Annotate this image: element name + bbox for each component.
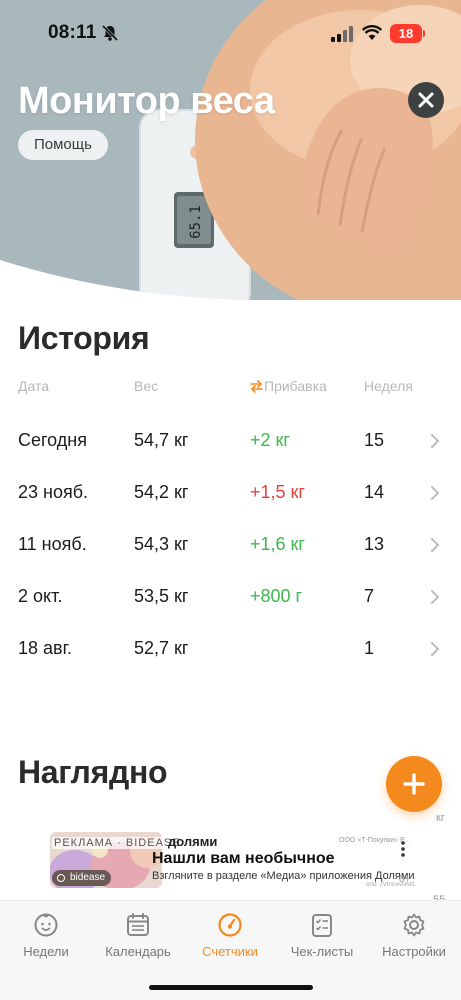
wifi-icon (362, 25, 382, 40)
bidease-badge: bidease (52, 870, 112, 886)
help-button[interactable]: Помощь (18, 130, 108, 160)
tab-counters[interactable]: Счетчики (184, 901, 276, 971)
history-row[interactable]: Сегодня 54,7 кг +2 кг 15 (0, 428, 461, 480)
history-row[interactable]: 23 нояб. 54,2 кг +1,5 кг 14 (0, 480, 461, 532)
home-indicator (149, 985, 313, 990)
visual-title: Наглядно (18, 754, 168, 790)
row-gain: +1,5 кг (250, 482, 305, 502)
row-gain: +800 г (250, 586, 303, 606)
row-date: 11 нояб. (18, 534, 87, 554)
row-week: 1 (364, 638, 375, 658)
baby-face-icon (34, 913, 58, 937)
row-week: 7 (364, 586, 375, 606)
bidease-brand: bidease (70, 872, 106, 883)
status-time: 08:11 (48, 22, 97, 43)
history-row[interactable]: 11 нояб. 54,3 кг +1,6 кг 13 (0, 532, 461, 584)
history-title: История (18, 320, 150, 356)
ad-headline: Нашли вам необычное (152, 850, 335, 867)
tab-label: Настройки (382, 944, 446, 959)
row-date: 2 окт. (18, 586, 63, 606)
chevron-right-icon (431, 642, 440, 656)
column-header-date: Дата (18, 378, 50, 394)
scale-display: 65.1 (188, 205, 204, 239)
battery-indicator: 18 (390, 24, 422, 43)
row-weight: 54,2 кг (134, 482, 189, 502)
ad-brand-word: долями (168, 834, 218, 849)
add-weight-button[interactable] (386, 756, 442, 812)
tab-label: Счетчики (202, 944, 258, 959)
tab-label: Недели (23, 944, 69, 959)
battery-tip (423, 30, 425, 37)
chevron-right-icon (431, 434, 440, 448)
row-date: 23 нояб. (18, 482, 89, 502)
chevron-right-icon (431, 590, 440, 604)
ad-label: РЕКЛАМА · BIDEASE (52, 837, 183, 849)
ad-erid: erid: 2VfnxwvI4WL (366, 882, 417, 888)
column-header-week: Неделя (364, 378, 413, 394)
row-gain: +1,6 кг (250, 534, 305, 554)
close-icon (418, 92, 434, 108)
page-title: Монитор веса (18, 80, 275, 122)
tab-label: Календарь (105, 944, 171, 959)
row-weight: 54,3 кг (134, 534, 189, 554)
row-week: 14 (364, 482, 385, 502)
ad-banner[interactable]: РЕКЛАМА · BIDEASE bidease долями Нашли в… (0, 832, 432, 890)
row-weight: 52,7 кг (134, 638, 189, 658)
chevron-right-icon (431, 538, 440, 552)
more-vertical-icon[interactable] (400, 840, 406, 858)
history-row[interactable]: 18 авг. 52,7 кг 1 (0, 636, 461, 688)
ad-legal-text: ООО «Т-Покупки» Р... (339, 837, 410, 844)
row-weight: 54,7 кг (134, 430, 189, 450)
checklist-icon (312, 914, 332, 937)
cellular-signal-icon (331, 26, 353, 42)
gauge-icon (218, 913, 242, 937)
status-bar: 08:11 18 (0, 0, 461, 60)
tab-calendar[interactable]: Календарь (92, 901, 184, 971)
row-date: 18 авг. (18, 638, 72, 658)
row-gain: +2 кг (250, 430, 290, 450)
bell-off-icon (101, 24, 119, 42)
calendar-icon (127, 913, 149, 936)
column-header-gain[interactable]: Прибавка (264, 378, 327, 394)
ad-subtext: Взгляните в разделе «Медиа» приложения Д… (152, 870, 415, 882)
row-week: 15 (364, 430, 385, 450)
column-header-weight: Вес (134, 378, 159, 394)
history-row[interactable]: 2 окт. 53,5 кг +800 г 7 (0, 584, 461, 636)
chart-unit-label: кг (436, 812, 445, 824)
row-weight: 53,5 кг (134, 586, 189, 606)
row-date: Сегодня (18, 430, 87, 450)
gear-icon (403, 913, 425, 937)
chevron-right-icon (431, 486, 440, 500)
swap-arrows-icon[interactable] (250, 380, 263, 393)
bidease-logo-icon (57, 874, 65, 882)
tab-weeks[interactable]: Недели (0, 901, 92, 971)
close-button[interactable] (408, 82, 444, 118)
tab-settings[interactable]: Настройки (368, 901, 460, 971)
header-banner: 65.1 08:11 18 Монитор веса Помощь (0, 0, 461, 300)
plus-icon (403, 773, 425, 795)
row-week: 13 (364, 534, 385, 554)
tab-checklists[interactable]: Чек-листы (276, 901, 368, 971)
tab-label: Чек-листы (290, 944, 354, 959)
